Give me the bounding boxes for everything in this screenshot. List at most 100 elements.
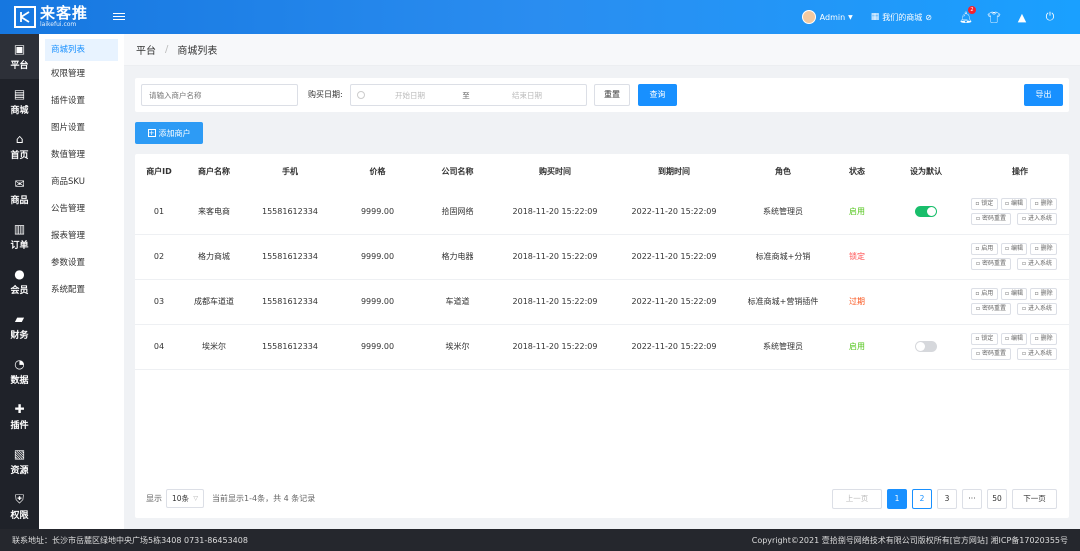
edit-button[interactable]: ▫ 编辑 (1000, 197, 1028, 210)
edit-button[interactable]: ▫ 编辑 (1000, 333, 1028, 345)
subnav-item-7[interactable]: 报表管理 (39, 223, 124, 250)
default-toggle[interactable] (915, 205, 937, 217)
cell-name: 格力商城 (183, 234, 245, 280)
plugin-icon: ✚ (14, 402, 25, 416)
footer-copyright[interactable]: Copyright©2021 壹拾捌号网络技术有限公司版权所有[官方网站] 湘I… (752, 535, 1068, 546)
sidebar-item-2[interactable]: ⌂ 首页 (0, 124, 39, 169)
sidebar-item-0[interactable]: ▣ 平台 (0, 34, 39, 79)
pagination: 上一页 1 2 3 ··· 50 下一页 (827, 489, 1057, 509)
shirt-icon: 👕︎ (987, 10, 1001, 24)
subnav-item-8[interactable]: 参数设置 (39, 250, 124, 277)
external-link-icon: ⊘ (925, 12, 932, 22)
subnav-item-2[interactable]: 插件设置 (39, 88, 124, 115)
merchant-name-input[interactable] (141, 84, 298, 106)
date-range-picker[interactable]: 开始日期 至 结束日期 (350, 84, 587, 106)
brand-logo[interactable]: 来客推 laikefui.com (14, 5, 88, 29)
enter-system-button[interactable]: ▫ 进入系统 (1017, 303, 1057, 315)
cell-buy: 2018-11-20 15:22:09 (495, 279, 615, 325)
page-button: ··· (962, 489, 982, 509)
default-toggle[interactable] (915, 341, 937, 352)
logo-mark-icon (14, 6, 36, 28)
sub-sidebar: 商城列表 权限管理 插件设置 图片设置 数值管理 商品SKU 公告管理 报表管理 参数设置 系统配… (39, 34, 124, 529)
subnav-item-5[interactable]: 商品SKU (39, 169, 124, 196)
page-button[interactable]: 2 (912, 489, 932, 509)
notification-button[interactable]: 🔔︎ 2 (952, 0, 980, 34)
edit-button[interactable]: ▫ 编辑 (1000, 243, 1028, 255)
column-header: 到期时间 (658, 167, 690, 176)
alarm-icon: ▲ (1017, 10, 1027, 24)
sidebar-item-7[interactable]: ◔ 数据 (0, 349, 39, 394)
reset-password-button[interactable]: ▫ 密码重置 (971, 212, 1011, 225)
page-size-select[interactable]: 10条 ▽ (166, 489, 204, 508)
sidebar-item-10[interactable]: ⛨ 权限 (0, 484, 39, 529)
delete-button[interactable]: ▫ 删除 (1030, 197, 1057, 210)
shop-link[interactable]: ▦ 我们的商城 ⊘ (871, 12, 932, 23)
lock-toggle-button[interactable]: ▫ 启用 (970, 243, 998, 255)
enter-system-button[interactable]: ▫ 进入系统 (1017, 258, 1057, 270)
reset-password-button[interactable]: ▫ 密码重置 (971, 258, 1011, 270)
page-button[interactable]: 3 (937, 489, 957, 509)
platform-icon: ▣ (13, 42, 26, 56)
admin-menu[interactable]: Admin ▼ (801, 10, 853, 24)
cell-buy: 2018-11-20 15:22:09 (495, 189, 615, 235)
search-button[interactable]: 查询 (638, 84, 677, 106)
breadcrumb-root[interactable]: 平台 (136, 42, 156, 57)
status-badge: 锁定 (833, 234, 881, 280)
status-badge: 启用 (833, 324, 881, 370)
chevron-down-icon: ▽ (193, 495, 198, 502)
column-header: 商户ID (146, 167, 172, 176)
theme-button[interactable]: 👕︎ (980, 0, 1008, 34)
reset-password-button[interactable]: ▫ 密码重置 (971, 348, 1011, 360)
delete-button[interactable]: ▫ 删除 (1030, 243, 1057, 255)
cell-price: 9999.00 (335, 189, 420, 235)
menu-toggle-icon[interactable] (113, 11, 125, 23)
subnav-item-0[interactable]: 商城列表 (45, 39, 118, 61)
next-page-button[interactable]: 下一页 (1012, 489, 1057, 509)
sidebar-item-label: 资源 (10, 466, 29, 476)
subnav-item-9[interactable]: 系统配置 (39, 277, 124, 304)
main-sidebar: ▣ 平台 ▤ 商城 ⌂ 首页 ✉ 商品 ▥ 订单 ● 会员 ▰ 财务 ◔ 数据 ✚ 插件 ▧ 资源 ⛨ 权限 (0, 34, 39, 529)
store-icon: ▦ (870, 12, 880, 22)
add-merchant-button[interactable]: + 添加商户 (135, 122, 203, 144)
subnav-item-6[interactable]: 公告管理 (39, 196, 124, 223)
cell-id: 03 (135, 279, 183, 325)
prev-page-button[interactable]: 上一页 (832, 489, 882, 509)
logout-button[interactable]: ⏻ (1036, 0, 1064, 34)
subnav-item-3[interactable]: 图片设置 (39, 115, 124, 142)
sidebar-item-label: 插件 (10, 421, 29, 431)
lock-toggle-button[interactable]: ▫ 锁定 (970, 333, 998, 345)
export-button[interactable]: 导出 (1024, 84, 1063, 106)
sidebar-item-9[interactable]: ▧ 资源 (0, 439, 39, 484)
permission-icon: ⛨ (14, 492, 24, 506)
cell-role: 标准商城+营销插件 (733, 279, 833, 325)
sidebar-item-5[interactable]: ● 会员 (0, 259, 39, 304)
subnav-item-1[interactable]: 权限管理 (39, 61, 124, 88)
enter-system-button[interactable]: ▫ 进入系统 (1017, 212, 1057, 225)
lock-toggle-button[interactable]: ▫ 启用 (970, 288, 998, 300)
reset-password-button[interactable]: ▫ 密码重置 (971, 303, 1011, 315)
power-icon: ⏻ (1045, 10, 1055, 23)
reset-button[interactable]: 重置 (594, 84, 630, 106)
alert-button[interactable]: ▲ (1008, 0, 1036, 34)
cell-phone: 15581612334 (245, 279, 335, 325)
sidebar-item-8[interactable]: ✚ 插件 (0, 394, 39, 439)
start-date[interactable]: 开始日期 (365, 90, 455, 101)
subnav-item-4[interactable]: 数值管理 (39, 142, 124, 169)
add-merchant-label: 添加商户 (158, 128, 191, 138)
column-header: 设为默认 (910, 167, 942, 176)
sidebar-item-1[interactable]: ▤ 商城 (0, 79, 39, 124)
sidebar-item-3[interactable]: ✉ 商品 (0, 169, 39, 214)
lock-toggle-button[interactable]: ▫ 锁定 (970, 197, 998, 210)
edit-button[interactable]: ▫ 编辑 (1000, 288, 1028, 300)
sidebar-item-6[interactable]: ▰ 财务 (0, 304, 39, 349)
enter-system-button[interactable]: ▫ 进入系统 (1017, 348, 1057, 360)
sidebar-item-label: 权限 (10, 511, 29, 521)
delete-button[interactable]: ▫ 删除 (1030, 333, 1057, 345)
sidebar-item-4[interactable]: ▥ 订单 (0, 214, 39, 259)
page-button[interactable]: 1 (887, 489, 907, 509)
cell-id: 04 (135, 324, 183, 370)
delete-button[interactable]: ▫ 删除 (1030, 288, 1057, 300)
end-date[interactable]: 结束日期 (477, 90, 577, 101)
page-button[interactable]: 50 (987, 489, 1007, 509)
shop-link-label: 我们的商城 (882, 12, 923, 22)
